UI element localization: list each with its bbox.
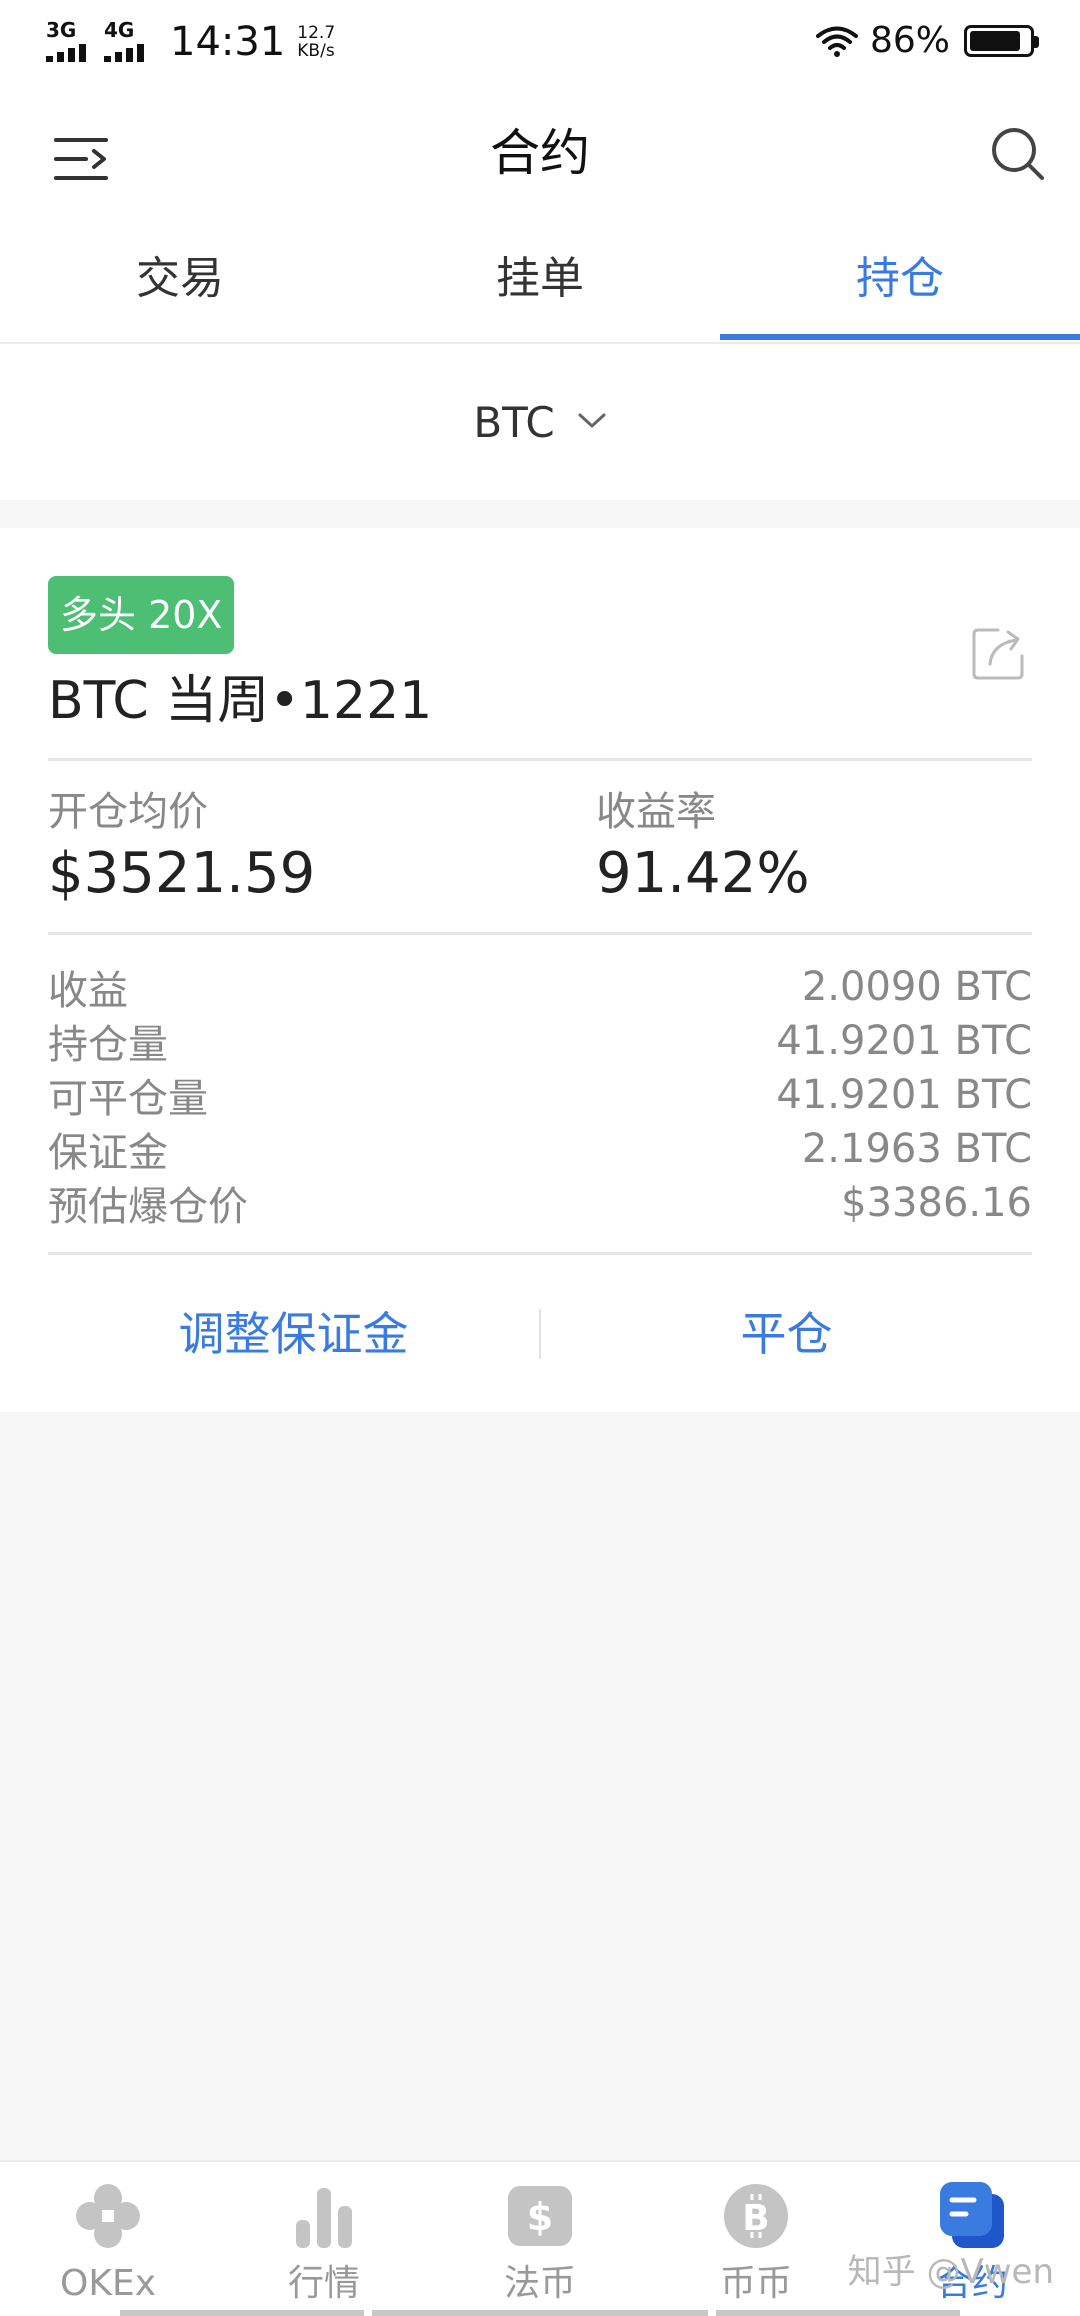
status-time: 14:31 <box>170 19 286 65</box>
nav-label: 法币 <box>503 2263 576 2304</box>
nav-item-market[interactable]: 行情 <box>216 2162 432 2316</box>
chevron-down-icon <box>578 413 606 428</box>
status-bar: 3G 4G 14:31 12.7 KB/s 86% <box>0 0 1080 84</box>
divider <box>48 1252 1032 1255</box>
home-indicator-segment <box>372 2310 708 2316</box>
detail-label: 持仓量 <box>48 1022 168 1068</box>
page-title: 合约 <box>490 124 590 182</box>
contract-icon <box>940 2182 1004 2248</box>
home-indicator-segment <box>716 2310 960 2316</box>
network-type-label: 3G <box>46 18 77 42</box>
battery-percent: 86% <box>869 20 950 61</box>
network-speed: 12.7 KB/s <box>297 24 357 60</box>
detail-value: 2.0090 BTC <box>801 964 1032 1010</box>
nav-label: OKEx <box>60 2263 156 2304</box>
bar-chart-icon <box>296 2188 352 2248</box>
network-speed-value: 12.7 <box>297 23 336 43</box>
nav-item-okex[interactable]: OKEx <box>0 2162 216 2316</box>
detail-value: 41.9201 BTC <box>776 1018 1032 1064</box>
tab-orders[interactable]: 挂单 <box>360 224 720 342</box>
avg-open-price-label: 开仓均价 <box>48 789 208 835</box>
nav-item-fiat[interactable]: $ 法币 <box>432 2162 648 2316</box>
signal-4g-icon: 4G <box>104 20 154 64</box>
dollar-icon: $ <box>508 2186 572 2246</box>
detail-label: 保证金 <box>48 1130 168 1176</box>
battery-icon <box>964 24 1039 57</box>
nav-item-spot[interactable]: B 币币 <box>648 2162 864 2316</box>
svg-text:$: $ <box>527 2195 553 2239</box>
position-card: 多头 20X BTC 当周•1221 开仓均价 $3521.59 收益率 91.… <box>0 528 1080 1412</box>
network-type-label: 4G <box>104 18 135 42</box>
currency-selector-label: BTC <box>473 397 555 447</box>
detail-row-holdings: 持仓量 41.9201 BTC <box>48 1014 1032 1068</box>
detail-row-margin: 保证金 2.1963 BTC <box>48 1122 1032 1176</box>
return-rate-label: 收益率 <box>596 789 716 835</box>
detail-value: $3386.16 <box>841 1180 1032 1226</box>
nav-label: 行情 <box>287 2263 360 2304</box>
nav-label: 币币 <box>719 2263 792 2304</box>
detail-value: 2.1963 BTC <box>801 1126 1032 1172</box>
detail-label: 收益 <box>48 968 128 1014</box>
status-left: 3G 4G 14:31 12.7 KB/s <box>46 18 357 66</box>
avg-open-price-value: $3521.59 <box>48 841 316 906</box>
contract-name: BTC 当周•1221 <box>48 671 433 731</box>
status-right: 86% <box>815 20 1039 61</box>
okex-logo-icon <box>76 2184 140 2248</box>
svg-text:B: B <box>742 2198 769 2239</box>
position-side-badge: 多头 20X <box>48 576 235 654</box>
detail-row-liquidation-price: 预估爆仓价 $3386.16 <box>48 1176 1032 1230</box>
app-header: 合约 <box>0 84 1080 224</box>
signal-3g-icon: 3G <box>46 20 96 64</box>
tab-trade[interactable]: 交易 <box>0 224 360 342</box>
close-position-button[interactable]: 平仓 <box>541 1256 1032 1412</box>
bitcoin-icon: B <box>724 2184 788 2248</box>
adjust-margin-button[interactable]: 调整保证金 <box>48 1256 539 1412</box>
tab-bar: 交易 挂单 持仓 <box>0 224 1080 344</box>
wifi-icon <box>815 26 858 57</box>
tab-positions[interactable]: 持仓 <box>720 224 1080 342</box>
detail-value: 41.9201 BTC <box>776 1072 1032 1118</box>
detail-label: 预估爆仓价 <box>48 1184 248 1230</box>
home-indicator-segment <box>120 2310 364 2316</box>
share-icon[interactable] <box>968 624 1028 684</box>
detail-label: 可平仓量 <box>48 1076 208 1122</box>
search-icon[interactable] <box>986 122 1050 186</box>
divider <box>48 758 1032 761</box>
currency-selector[interactable]: BTC <box>0 344 1080 500</box>
divider <box>48 932 1032 935</box>
position-actions: 调整保证金 平仓 <box>48 1256 1032 1412</box>
watermark: 知乎 @Vwen <box>847 2252 1054 2292</box>
return-rate-value: 91.42% <box>596 841 810 906</box>
detail-row-closable: 可平仓量 41.9201 BTC <box>48 1068 1032 1122</box>
detail-row-pnl: 收益 2.0090 BTC <box>48 960 1032 1014</box>
network-speed-unit: KB/s <box>297 41 335 61</box>
